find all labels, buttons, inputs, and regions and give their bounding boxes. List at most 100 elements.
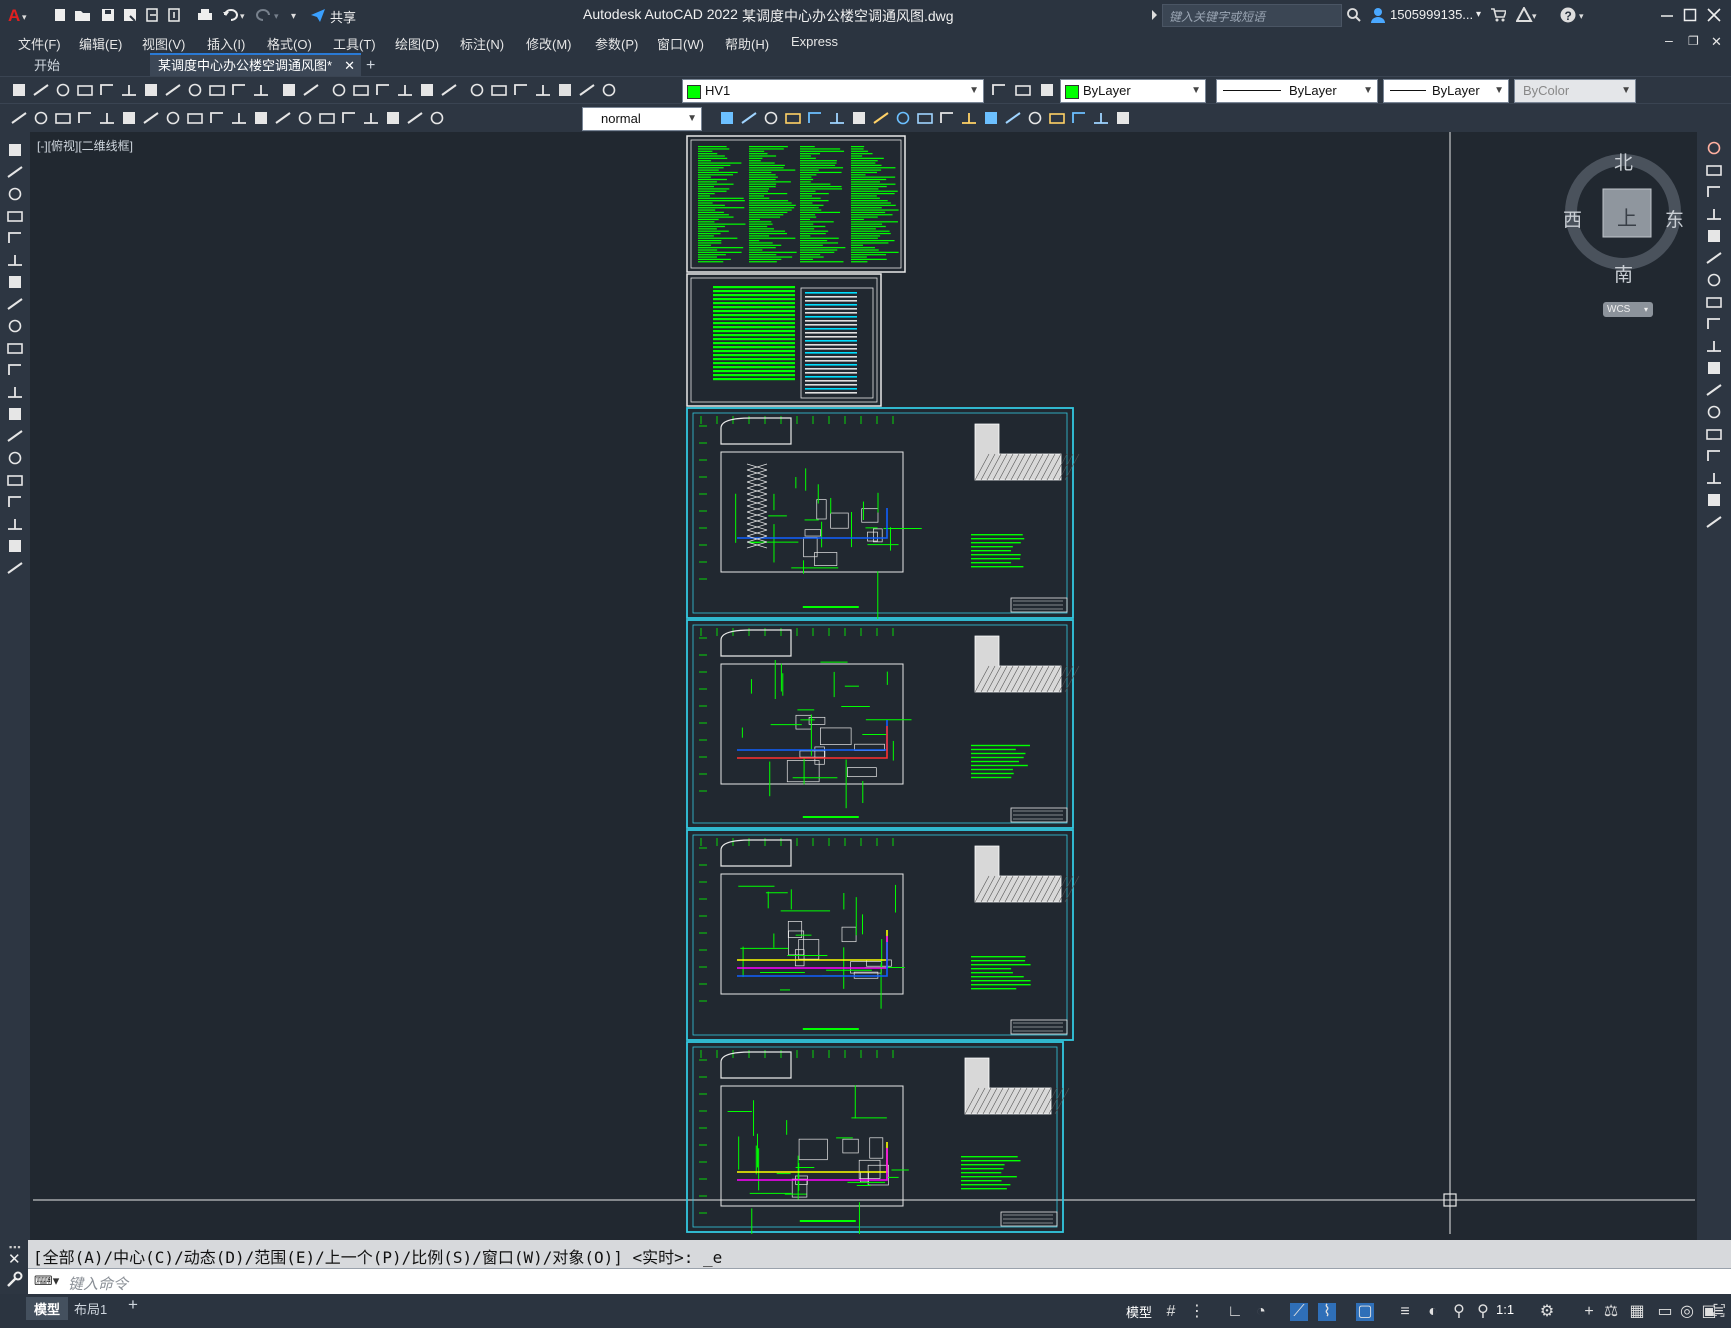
model-space-button[interactable]: 模型 [1126, 1302, 1152, 1321]
3d-print-icon[interactable] [142, 82, 160, 98]
rectangle-icon[interactable] [6, 230, 24, 246]
paste-icon[interactable] [208, 82, 226, 98]
menu-dimension[interactable]: 标注(N) [460, 34, 504, 53]
erase-icon[interactable] [1705, 140, 1723, 156]
dim-aligned-icon[interactable] [32, 110, 50, 126]
save-web-icon[interactable] [166, 7, 182, 23]
mirror-icon[interactable] [1705, 184, 1723, 200]
menu-edit[interactable]: 编辑(E) [79, 34, 122, 53]
open-file-icon[interactable] [74, 7, 90, 23]
new-icon[interactable] [10, 82, 28, 98]
grid-icon[interactable]: # [1162, 1303, 1180, 1321]
plot-preview-icon[interactable] [98, 82, 116, 98]
make-block-icon[interactable] [6, 406, 24, 422]
copy-object-icon[interactable] [1705, 162, 1723, 178]
menu-draw[interactable]: 绘图(D) [395, 34, 439, 53]
menu-parametric[interactable]: 参数(P) [595, 34, 638, 53]
line-icon[interactable] [6, 142, 24, 158]
jogged-linear-icon[interactable] [362, 110, 380, 126]
markup-icon[interactable] [512, 82, 530, 98]
sheet-set-icon[interactable] [490, 82, 508, 98]
undo-icon[interactable]: ▾ [222, 7, 248, 23]
user-icon[interactable] [1370, 7, 1386, 23]
break-icon[interactable] [1705, 404, 1723, 420]
thicken-icon[interactable] [1114, 110, 1132, 126]
lineweight-combo[interactable]: ByLayer ▼ [1383, 79, 1509, 103]
annotation-scale[interactable]: 1:1 [1496, 1302, 1514, 1317]
tab-start[interactable]: 开始 [26, 55, 162, 76]
search-expand-icon[interactable] [1150, 7, 1160, 23]
plot-icon[interactable] [196, 7, 212, 23]
dim-edit-icon[interactable] [384, 110, 402, 126]
menu-insert[interactable]: 插入(I) [207, 34, 245, 53]
transparency-icon[interactable]: ◐ [1424, 1303, 1442, 1321]
quick-dim-icon[interactable] [186, 110, 204, 126]
menu-express[interactable]: Express [791, 34, 838, 49]
fillet-3d-icon[interactable] [982, 110, 1000, 126]
revision-cloud-icon[interactable] [6, 296, 24, 312]
zoom-realtime-icon[interactable] [352, 82, 370, 98]
break-at-point-icon[interactable] [1705, 382, 1723, 398]
doc-close-icon[interactable]: ✕ [1711, 34, 1722, 50]
tolerance-icon[interactable] [296, 110, 314, 126]
array-3d-icon[interactable] [960, 110, 978, 126]
add-layout-icon[interactable]: + [128, 1295, 138, 1315]
arc-icon[interactable] [6, 252, 24, 268]
cart-icon[interactable] [1490, 7, 1506, 23]
chamfer-icon[interactable] [1705, 448, 1723, 464]
dim-radius-icon[interactable] [98, 110, 116, 126]
tool-palettes-icon[interactable] [468, 82, 486, 98]
menu-file[interactable]: 文件(F) [18, 34, 61, 53]
save-icon[interactable] [100, 7, 116, 23]
lock-ui-icon[interactable]: ▭ [1656, 1303, 1674, 1321]
dim-ordinate-icon[interactable] [76, 110, 94, 126]
share-icon[interactable] [310, 7, 326, 23]
separate-icon[interactable] [1048, 110, 1066, 126]
match-properties-icon[interactable] [230, 82, 248, 98]
compass-north[interactable]: 北 [1614, 148, 1633, 175]
object-snap-icon[interactable]: ▢ [1356, 1303, 1374, 1321]
menu-view[interactable]: 视图(V) [142, 34, 185, 53]
rotate-icon[interactable] [1705, 272, 1723, 288]
point-icon[interactable] [6, 428, 24, 444]
table-icon[interactable] [6, 516, 24, 532]
cut-icon[interactable] [164, 82, 182, 98]
tab-layout1[interactable]: 布局1 [74, 1299, 107, 1318]
insert-block-icon[interactable] [6, 384, 24, 400]
close-command-icon[interactable]: ✕ [8, 1250, 21, 1268]
customize-icon[interactable] [0, 1268, 28, 1295]
blend-curves-icon[interactable] [1705, 492, 1723, 508]
add-selected-icon[interactable] [6, 560, 24, 576]
annotation-monitor-icon[interactable]: + [1580, 1303, 1598, 1321]
help-icon[interactable] [556, 82, 574, 98]
explode-icon[interactable] [1705, 514, 1723, 530]
command-line[interactable]: ⌨▾ 键入命令 [0, 1268, 1731, 1295]
save-as-icon[interactable] [122, 7, 138, 23]
plot-icon[interactable] [76, 82, 94, 98]
maximize-icon[interactable] [1682, 7, 1698, 23]
stretch-icon[interactable] [1705, 316, 1723, 332]
dim-jogged-icon[interactable] [120, 110, 138, 126]
copy-icon[interactable] [186, 82, 204, 98]
polyline-icon[interactable] [6, 186, 24, 202]
union-icon[interactable] [740, 110, 758, 126]
command-input[interactable]: 键入命令 [68, 1273, 128, 1294]
interfere-icon[interactable] [850, 110, 868, 126]
help-search-input[interactable]: 键入关键字或短语 [1162, 4, 1342, 27]
tab-model[interactable]: 模型 [26, 1297, 69, 1320]
dim-linear-icon[interactable] [10, 110, 28, 126]
customize-status-icon[interactable]: ≡ [1710, 1303, 1728, 1321]
units-icon[interactable]: ⚖ [1602, 1303, 1620, 1321]
pan-icon[interactable] [330, 82, 348, 98]
construction-line-icon[interactable] [6, 164, 24, 180]
doc-minimize-icon[interactable]: – [1665, 32, 1673, 48]
tab-close-icon[interactable]: ✕ [344, 55, 355, 76]
tab-drawing[interactable]: 某调度中心办公楼空调通风图* ✕ [150, 53, 361, 76]
slice-icon[interactable] [806, 110, 824, 126]
section-icon[interactable] [828, 110, 846, 126]
menu-modify[interactable]: 修改(M) [526, 34, 572, 53]
undo-icon[interactable] [280, 82, 298, 98]
open-icon[interactable] [32, 82, 50, 98]
ortho-icon[interactable]: ∟ [1226, 1303, 1244, 1321]
minimize-icon[interactable] [1659, 7, 1675, 23]
